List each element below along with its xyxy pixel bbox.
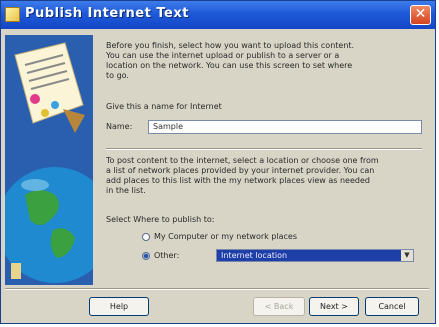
radio-label: Other: xyxy=(154,251,180,260)
location-line: To post content to the internet, select … xyxy=(106,156,379,165)
location-line: a list of network places provided by you… xyxy=(106,166,375,175)
intro-text: Before you finish, select how you want t… xyxy=(106,41,416,81)
dropdown-value: Internet location xyxy=(221,251,288,260)
location-text: To post content to the internet, select … xyxy=(106,156,422,196)
section-divider xyxy=(106,148,422,150)
choose-location-label: Select Where to publish to: xyxy=(106,215,215,224)
close-button[interactable]: ✕ xyxy=(410,5,431,25)
globe-document-illustration xyxy=(5,35,93,285)
chevron-down-icon[interactable]: ▼ xyxy=(401,250,413,261)
back-button[interactable]: < Back xyxy=(253,297,305,316)
name-input[interactable]: Sample xyxy=(148,120,422,134)
window-title: Publish Internet Text xyxy=(25,6,189,21)
publish-dialog: Publish Internet Text ✕ Before you finis… xyxy=(0,0,436,324)
help-button[interactable]: Help xyxy=(89,297,149,316)
radio-other[interactable]: Other: xyxy=(142,251,179,260)
name-field-label: Name: xyxy=(106,122,133,131)
radio-button[interactable] xyxy=(142,251,150,260)
cancel-button[interactable]: Cancel xyxy=(365,297,419,316)
location-line: in the list. xyxy=(106,186,146,195)
intro-line: Before you finish, select how you want t… xyxy=(106,41,355,50)
app-icon xyxy=(5,7,20,22)
location-dropdown[interactable]: Internet location ▼ xyxy=(216,249,414,262)
title-bar[interactable]: Publish Internet Text ✕ xyxy=(1,1,435,29)
name-section-label: Give this a name for Internet xyxy=(106,102,222,111)
intro-line: You can use the internet upload or publi… xyxy=(106,51,340,60)
location-line: add places to this list with the my netw… xyxy=(106,176,370,185)
radio-button[interactable] xyxy=(142,232,150,241)
wizard-side-illustration xyxy=(5,35,93,285)
next-button[interactable]: Next > xyxy=(309,297,359,316)
footer-divider xyxy=(5,288,429,290)
radio-my-computer[interactable]: My Computer or my network places xyxy=(142,232,297,241)
radio-label: My Computer or my network places xyxy=(154,232,298,241)
intro-line: location on the network. You can use thi… xyxy=(106,61,353,70)
intro-line: to go. xyxy=(106,71,129,80)
